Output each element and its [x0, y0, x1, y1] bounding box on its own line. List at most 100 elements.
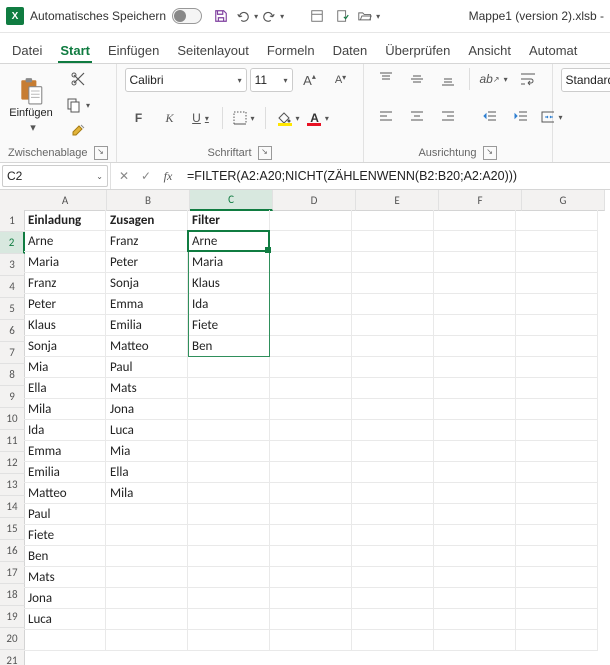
tab-layout[interactable]: Seitenlayout	[175, 37, 251, 63]
cell[interactable]	[188, 483, 270, 504]
cell[interactable]	[270, 525, 352, 546]
cell[interactable]	[270, 315, 352, 336]
row-header[interactable]: 5	[0, 298, 25, 320]
cell[interactable]	[106, 630, 188, 651]
row-header[interactable]: 16	[0, 540, 25, 562]
cell[interactable]: Zusagen	[106, 210, 188, 231]
tab-file[interactable]: Datei	[10, 37, 44, 63]
cell[interactable]	[188, 462, 270, 483]
cell[interactable]	[434, 378, 516, 399]
cell[interactable]: Emilia	[24, 462, 106, 483]
fill-color-button[interactable]: ▾	[273, 107, 303, 129]
cell[interactable]	[270, 378, 352, 399]
align-right-button[interactable]	[434, 106, 462, 128]
cell[interactable]: Matteo	[106, 336, 188, 357]
cell[interactable]	[434, 525, 516, 546]
cell[interactable]	[434, 630, 516, 651]
cell[interactable]	[106, 588, 188, 609]
row-header[interactable]: 2	[0, 232, 25, 254]
save-button[interactable]	[210, 5, 232, 27]
cell[interactable]: Maria	[24, 252, 106, 273]
cell[interactable]	[352, 462, 434, 483]
cell[interactable]	[188, 420, 270, 441]
row-header[interactable]: 10	[0, 408, 25, 430]
cell[interactable]	[270, 609, 352, 630]
redo-button[interactable]: ▾	[262, 5, 284, 27]
cell[interactable]	[516, 525, 598, 546]
underline-button[interactable]: U▾	[187, 107, 215, 129]
cell[interactable]	[352, 336, 434, 357]
cell[interactable]	[188, 504, 270, 525]
row-header[interactable]: 19	[0, 606, 25, 628]
column-header[interactable]: B	[107, 190, 190, 211]
cell[interactable]: Franz	[24, 273, 106, 294]
cell[interactable]	[352, 483, 434, 504]
cell[interactable]	[352, 609, 434, 630]
cell[interactable]	[270, 420, 352, 441]
open-button[interactable]: ▾	[358, 5, 380, 27]
bold-button[interactable]: F	[125, 107, 153, 129]
cell[interactable]: Jona	[24, 588, 106, 609]
cell[interactable]	[270, 294, 352, 315]
cell[interactable]: Peter	[24, 294, 106, 315]
cell[interactable]	[352, 399, 434, 420]
tab-formulas[interactable]: Formeln	[265, 37, 317, 63]
cell[interactable]	[352, 252, 434, 273]
cell[interactable]	[270, 630, 352, 651]
row-header[interactable]: 3	[0, 254, 25, 276]
cell[interactable]	[434, 294, 516, 315]
cell[interactable]: Mila	[106, 483, 188, 504]
cut-button[interactable]	[63, 68, 93, 90]
cell[interactable]	[516, 630, 598, 651]
cell[interactable]	[188, 357, 270, 378]
cell[interactable]: Filter	[188, 210, 270, 231]
cell[interactable]	[434, 483, 516, 504]
cell[interactable]	[434, 567, 516, 588]
cell[interactable]: Ida	[188, 294, 270, 315]
cell[interactable]	[352, 231, 434, 252]
cell[interactable]: Ella	[24, 378, 106, 399]
cell[interactable]	[106, 546, 188, 567]
cell[interactable]	[188, 609, 270, 630]
cell[interactable]	[352, 441, 434, 462]
row-header[interactable]: 1	[0, 210, 25, 232]
cell[interactable]	[434, 357, 516, 378]
cell[interactable]	[352, 315, 434, 336]
font-size-select[interactable]: 11▾	[250, 68, 293, 92]
cell[interactable]	[352, 273, 434, 294]
tab-automate[interactable]: Automat	[527, 37, 579, 63]
cell[interactable]	[516, 588, 598, 609]
cell[interactable]	[106, 504, 188, 525]
cell[interactable]	[352, 378, 434, 399]
align-center-button[interactable]	[403, 106, 431, 128]
cancel-formula-button[interactable]: ✕	[113, 165, 135, 187]
cell[interactable]	[516, 441, 598, 462]
cell[interactable]	[352, 420, 434, 441]
cell[interactable]	[516, 609, 598, 630]
align-bottom-button[interactable]	[434, 68, 462, 90]
row-header[interactable]: 11	[0, 430, 25, 452]
name-box[interactable]: C2 ⌄	[2, 165, 108, 187]
cell[interactable]	[516, 210, 598, 231]
tab-review[interactable]: Überprüfen	[383, 37, 452, 63]
cell[interactable]: Luca	[24, 609, 106, 630]
cell[interactable]: Fiete	[24, 525, 106, 546]
number-format-select[interactable]: Standard	[561, 68, 610, 92]
cell[interactable]: Franz	[106, 231, 188, 252]
wrap-text-button[interactable]	[514, 68, 542, 90]
cell[interactable]	[516, 336, 598, 357]
format-painter-button[interactable]	[63, 120, 93, 142]
cell[interactable]	[434, 399, 516, 420]
cell[interactable]	[270, 588, 352, 609]
cell[interactable]: Ella	[106, 462, 188, 483]
cell[interactable]	[434, 315, 516, 336]
cell[interactable]	[516, 315, 598, 336]
cell[interactable]: Einladung	[24, 210, 106, 231]
cell[interactable]	[434, 252, 516, 273]
row-header[interactable]: 4	[0, 276, 25, 298]
cell[interactable]	[24, 630, 106, 651]
cell[interactable]	[352, 525, 434, 546]
cell[interactable]	[188, 567, 270, 588]
cell[interactable]: Sonja	[106, 273, 188, 294]
row-header[interactable]: 21	[0, 650, 25, 665]
